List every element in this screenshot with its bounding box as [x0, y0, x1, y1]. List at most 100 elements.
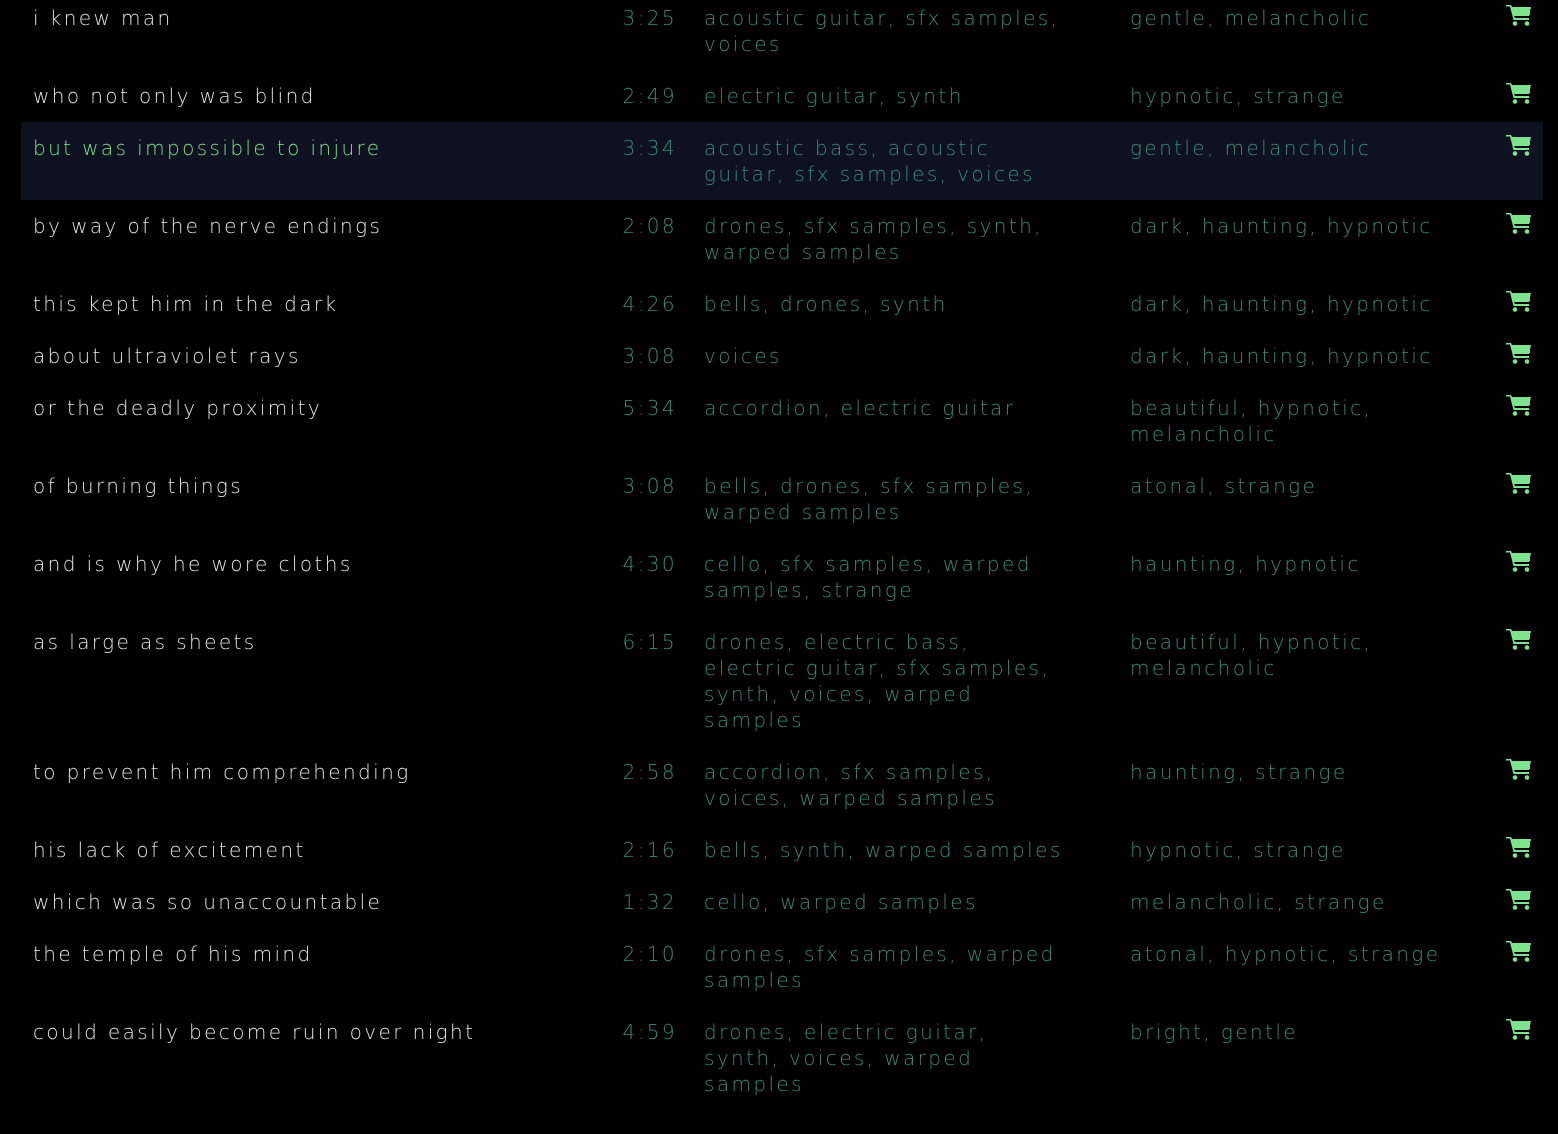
- track-duration: 4:59: [622, 1020, 677, 1044]
- shopping-cart-icon: [1505, 757, 1533, 787]
- track-row[interactable]: to prevent him comprehending 2:58 accordio…: [21, 746, 1543, 824]
- add-to-cart-button[interactable]: [1505, 941, 1535, 967]
- track-moods: atonal, hypnotic, strange: [1130, 942, 1441, 966]
- track-duration: 2:49: [622, 84, 677, 108]
- track-instruments: drones, electric guitar, synth, voices, …: [704, 1020, 988, 1096]
- add-to-cart-button[interactable]: [1505, 551, 1535, 577]
- track-title[interactable]: to prevent him comprehending: [21, 759, 593, 785]
- track-moods: hypnotic, strange: [1130, 838, 1346, 862]
- track-row[interactable]: which was so unaccountable 1:32 cello, war…: [21, 876, 1543, 928]
- track-instruments: acoustic guitar, sfx samples, voices: [704, 6, 1060, 56]
- track-duration: 5:34: [622, 396, 677, 420]
- track-moods: beautiful, hypnotic, melancholic: [1130, 630, 1373, 680]
- track-duration: 3:34: [622, 136, 677, 160]
- track-title[interactable]: this kept him in the dark: [21, 291, 593, 317]
- shopping-cart-icon: [1505, 81, 1533, 111]
- track-instruments: acoustic bass, acoustic guitar, sfx samp…: [704, 136, 1035, 186]
- add-to-cart-button[interactable]: [1505, 5, 1535, 31]
- track-moods: dark, haunting, hypnotic: [1130, 214, 1433, 238]
- track-row[interactable]: about ultraviolet rays 3:08 voices dark, ha…: [21, 330, 1543, 382]
- track-instruments: cello, warped samples: [704, 890, 978, 914]
- track-title[interactable]: or the deadly proximity: [21, 395, 593, 421]
- add-to-cart-button[interactable]: [1505, 889, 1535, 915]
- track-title[interactable]: and is why he wore cloths: [21, 551, 593, 577]
- track-moods: dark, haunting, hypnotic: [1130, 344, 1433, 368]
- shopping-cart-icon: [1505, 835, 1533, 865]
- track-duration: 1:32: [622, 890, 677, 914]
- track-title[interactable]: about ultraviolet rays: [21, 343, 593, 369]
- track-moods: bright, gentle: [1130, 1020, 1298, 1044]
- add-to-cart-button[interactable]: [1505, 213, 1535, 239]
- shopping-cart-icon: [1505, 1017, 1533, 1047]
- track-moods: gentle, melancholic: [1130, 6, 1372, 30]
- track-title[interactable]: but was impossible to injure: [21, 135, 593, 161]
- track-title[interactable]: who not only was blind: [21, 83, 593, 109]
- track-row[interactable]: his lack of excitement 2:16 bells, synth, …: [21, 824, 1543, 876]
- track-duration: 2:16: [622, 838, 677, 862]
- shopping-cart-icon: [1505, 887, 1533, 917]
- track-row[interactable]: could easily become ruin over night 4:59 d…: [21, 1006, 1543, 1110]
- track-instruments: bells, drones, synth: [704, 292, 948, 316]
- track-moods: dark, haunting, hypnotic: [1130, 292, 1433, 316]
- shopping-cart-icon: [1505, 627, 1533, 657]
- track-duration: 2:58: [622, 760, 677, 784]
- track-row[interactable]: this kept him in the dark 4:26 bells, dron…: [21, 278, 1543, 330]
- track-title[interactable]: which was so unaccountable: [21, 889, 593, 915]
- track-title[interactable]: i knew man: [21, 5, 593, 31]
- shopping-cart-icon: [1505, 3, 1533, 33]
- track-moods: gentle, melancholic: [1130, 136, 1372, 160]
- track-row[interactable]: but was impossible to injure 3:34 acoustic…: [21, 122, 1543, 200]
- add-to-cart-button[interactable]: [1505, 1019, 1535, 1045]
- add-to-cart-button[interactable]: [1505, 759, 1535, 785]
- shopping-cart-icon: [1505, 341, 1533, 371]
- track-row[interactable]: and is why he wore cloths 4:30 cello, sfx …: [21, 538, 1543, 616]
- add-to-cart-button[interactable]: [1505, 291, 1535, 317]
- track-row[interactable]: who not only was blind 2:49 electric guita…: [21, 70, 1543, 122]
- track-instruments: drones, electric bass, electric guitar, …: [704, 630, 1051, 732]
- shopping-cart-icon: [1505, 289, 1533, 319]
- track-row[interactable]: of burning things 3:08 bells, drones, sfx …: [21, 460, 1543, 538]
- add-to-cart-button[interactable]: [1505, 83, 1535, 109]
- track-instruments: drones, sfx samples, warped samples: [704, 942, 1056, 992]
- track-moods: atonal, strange: [1130, 474, 1318, 498]
- track-instruments: accordion, electric guitar: [704, 396, 1016, 420]
- track-moods: haunting, strange: [1130, 760, 1348, 784]
- track-instruments: voices: [704, 344, 782, 368]
- track-instruments: electric guitar, synth: [704, 84, 964, 108]
- shopping-cart-icon: [1505, 471, 1533, 501]
- track-list: i knew man 3:25 acoustic guitar, sfx sampl…: [21, 0, 1543, 1110]
- add-to-cart-button[interactable]: [1505, 395, 1535, 421]
- track-row[interactable]: by way of the nerve endings 2:08 drones, s…: [21, 200, 1543, 278]
- shopping-cart-icon: [1505, 393, 1533, 423]
- add-to-cart-button[interactable]: [1505, 343, 1535, 369]
- add-to-cart-button[interactable]: [1505, 473, 1535, 499]
- track-instruments: bells, drones, sfx samples, warped sampl…: [704, 474, 1035, 524]
- track-moods: hypnotic, strange: [1130, 84, 1346, 108]
- track-title[interactable]: could easily become ruin over night: [21, 1019, 593, 1045]
- shopping-cart-icon: [1505, 939, 1533, 969]
- track-instruments: cello, sfx samples, warped samples, stra…: [704, 552, 1032, 602]
- track-row[interactable]: as large as sheets 6:15 drones, electric b…: [21, 616, 1543, 746]
- track-row[interactable]: the temple of his mind 2:10 drones, sfx sa…: [21, 928, 1543, 1006]
- add-to-cart-button[interactable]: [1505, 135, 1535, 161]
- track-duration: 3:08: [622, 344, 677, 368]
- track-duration: 4:26: [622, 292, 677, 316]
- track-row[interactable]: i knew man 3:25 acoustic guitar, sfx sampl…: [21, 0, 1543, 70]
- track-moods: beautiful, hypnotic, melancholic: [1130, 396, 1373, 446]
- add-to-cart-button[interactable]: [1505, 629, 1535, 655]
- track-duration: 3:08: [622, 474, 677, 498]
- track-title[interactable]: by way of the nerve endings: [21, 213, 593, 239]
- track-title[interactable]: the temple of his mind: [21, 941, 593, 967]
- track-title[interactable]: his lack of excitement: [21, 837, 593, 863]
- track-instruments: accordion, sfx samples, voices, warped s…: [704, 760, 997, 810]
- track-title[interactable]: as large as sheets: [21, 629, 593, 655]
- shopping-cart-icon: [1505, 549, 1533, 579]
- track-title[interactable]: of burning things: [21, 473, 593, 499]
- track-row[interactable]: or the deadly proximity 5:34 accordion, el…: [21, 382, 1543, 460]
- track-duration: 4:30: [622, 552, 677, 576]
- track-moods: haunting, hypnotic: [1130, 552, 1361, 576]
- track-instruments: bells, synth, warped samples: [704, 838, 1063, 862]
- track-moods: melancholic, strange: [1130, 890, 1387, 914]
- add-to-cart-button[interactable]: [1505, 837, 1535, 863]
- track-duration: 2:10: [622, 942, 677, 966]
